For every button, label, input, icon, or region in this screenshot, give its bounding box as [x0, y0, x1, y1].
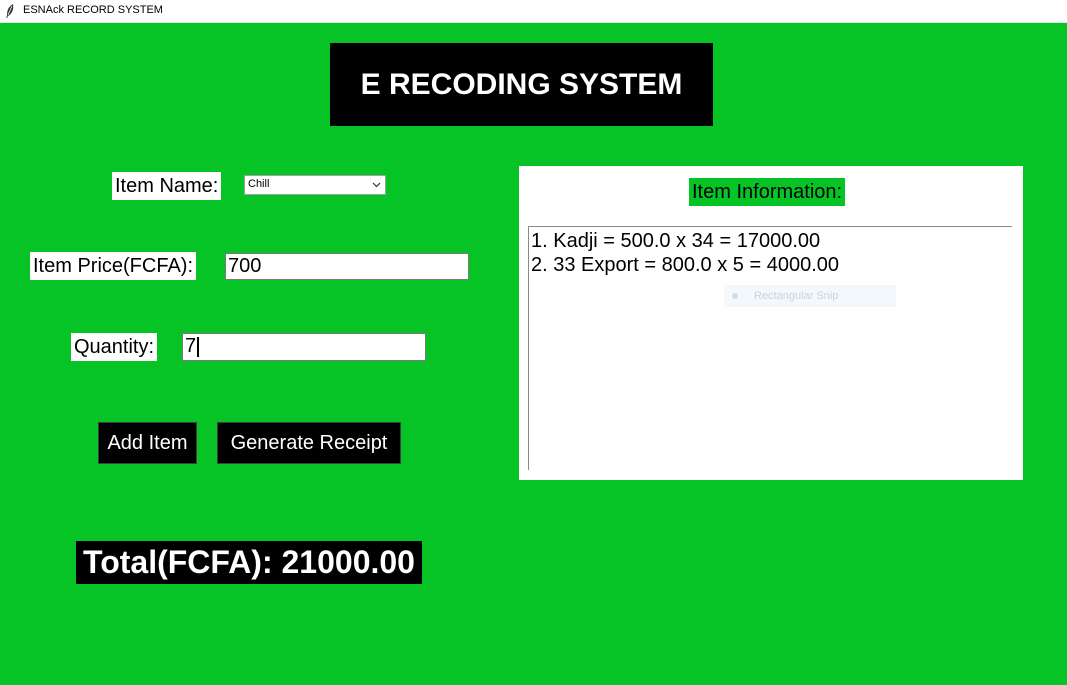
list-item: 1. Kadji = 500.0 x 34 = 17000.00 [531, 230, 821, 252]
item-information-panel: Item Information: 1. Kadji = 500.0 x 34 … [519, 166, 1023, 480]
window-titlebar: ESNAck RECORD SYSTEM [0, 0, 1067, 23]
app-body: E RECODING SYSTEM Item Name: Chill Item … [0, 23, 1067, 685]
quantity-label: Quantity: [71, 333, 158, 361]
list-item: 2. 33 Export = 800.0 x 5 = 4000.00 [531, 254, 840, 276]
quantity-value: 7 [185, 335, 197, 357]
total-display: Total(FCFA): 21000.00 [76, 541, 422, 584]
rectangular-snip-overlay: Rectangular Snip [724, 285, 896, 307]
item-name-selected-value: Chill [248, 178, 270, 190]
page-title: E RECODING SYSTEM [330, 43, 713, 126]
item-name-select[interactable]: Chill [244, 175, 386, 195]
item-price-input[interactable]: 700 [225, 253, 469, 280]
item-price-label: Item Price(FCFA): [30, 252, 197, 280]
quantity-input[interactable]: 7 [182, 333, 426, 361]
add-item-button[interactable]: Add Item [98, 422, 197, 464]
item-information-title: Item Information: [689, 178, 846, 206]
window-title: ESNAck RECORD SYSTEM [23, 4, 163, 16]
item-name-label: Item Name: [112, 172, 222, 200]
radio-dot-icon [732, 293, 738, 299]
feather-icon [6, 4, 14, 18]
chevron-down-icon [372, 182, 381, 188]
item-information-list[interactable]: 1. Kadji = 500.0 x 34 = 17000.00 2. 33 E… [528, 226, 1012, 470]
item-price-value: 700 [228, 255, 262, 277]
text-caret [197, 336, 200, 357]
generate-receipt-button[interactable]: Generate Receipt [217, 422, 401, 464]
rectangular-snip-label: Rectangular Snip [754, 290, 839, 302]
